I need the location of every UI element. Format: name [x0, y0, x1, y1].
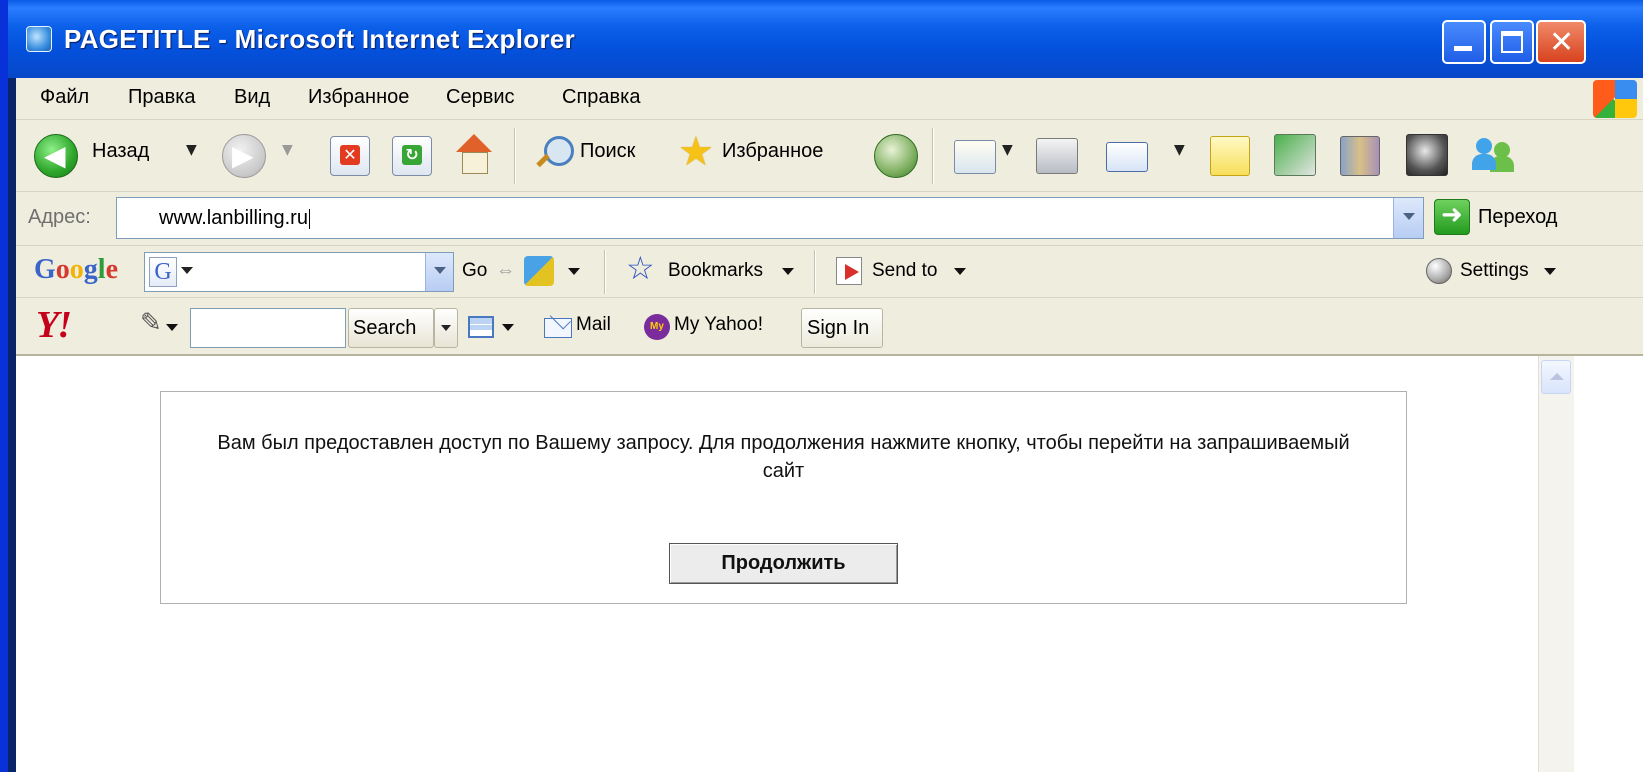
yahoo-logo[interactable]: Y! — [36, 306, 72, 344]
stop-button[interactable]: ✕ — [330, 136, 370, 176]
back-dropdown-icon[interactable]: ▼ — [186, 142, 197, 158]
mail-icon[interactable] — [954, 140, 996, 174]
address-dropdown-icon[interactable] — [1393, 198, 1423, 238]
continue-button[interactable]: Продолжить — [669, 543, 898, 584]
text-caret — [308, 208, 310, 229]
address-value[interactable]: www.lanbilling.ru — [159, 207, 310, 230]
ie-app-icon — [26, 26, 52, 52]
resize-handle-icon[interactable]: ⇔ — [496, 260, 515, 282]
sign-in-button[interactable]: Sign In — [801, 308, 883, 348]
settings-icon[interactable] — [1426, 258, 1452, 284]
google-toolbar: Google G Go ⇔ ☆ Bookmarks Send to Settin… — [16, 246, 1643, 298]
refresh-icon: ↻ — [402, 145, 422, 165]
toolbar-separator — [604, 250, 606, 294]
browser-window: PAGETITLE - Microsoft Internet Explorer … — [0, 0, 1643, 772]
send-to-button[interactable]: Send to — [872, 260, 938, 282]
favorites-label[interactable]: Избранное — [722, 140, 823, 163]
history-icon[interactable] — [874, 134, 918, 178]
pencil-dropdown-icon[interactable] — [166, 324, 178, 331]
menu-favorites[interactable]: Избранное — [308, 86, 409, 109]
google-logo[interactable]: Google — [34, 254, 118, 286]
forward-arrow-icon: ▶ — [232, 139, 254, 172]
refresh-button[interactable]: ↻ — [392, 136, 432, 176]
google-g-dropdown-icon[interactable] — [181, 267, 193, 274]
bookmark-star-icon[interactable]: ☆ — [626, 252, 655, 284]
go-arrow-icon[interactable] — [1434, 199, 1470, 235]
layout-dropdown-icon[interactable] — [502, 324, 514, 331]
my-yahoo-icon[interactable]: My — [644, 314, 670, 340]
puzzle-dropdown-icon[interactable] — [568, 268, 580, 275]
pencil-icon[interactable]: ✎ — [140, 310, 162, 336]
my-yahoo-link[interactable]: My Yahoo! — [674, 314, 763, 336]
back-arrow-icon: ◀ — [44, 139, 66, 172]
yahoo-search-button[interactable]: Search — [348, 308, 434, 348]
access-notice-box: Вам был предоставлен доступ по Вашему за… — [160, 391, 1407, 604]
yahoo-search-dropdown-icon[interactable] — [434, 308, 458, 348]
toolbar-separator — [814, 250, 816, 294]
access-message: Вам был предоставлен доступ по Вашему за… — [217, 432, 1350, 482]
settings-dropdown-icon[interactable] — [1544, 268, 1556, 275]
menu-tools[interactable]: Сервис — [446, 86, 515, 109]
yahoo-search-input[interactable] — [190, 308, 346, 348]
close-button[interactable]: ✕ — [1536, 20, 1586, 64]
forward-dropdown-icon[interactable]: ▼ — [282, 142, 293, 158]
menu-file[interactable]: Файл — [40, 86, 89, 109]
scroll-up-icon[interactable] — [1541, 360, 1571, 394]
address-label: Адрес: — [28, 206, 91, 228]
toolbar-separator — [514, 128, 516, 184]
yahoo-toolbar: Y! ✎ Search Mail My My Yahoo! Sign In — [16, 298, 1643, 356]
stop-icon: ✕ — [340, 145, 360, 165]
window-title: PAGETITLE - Microsoft Internet Explorer — [64, 24, 576, 54]
home-icon[interactable] — [452, 132, 496, 176]
windows-logo-icon — [1593, 80, 1637, 118]
google-search-input[interactable]: G — [144, 252, 454, 292]
settings-button[interactable]: Settings — [1460, 260, 1529, 282]
notes-icon[interactable] — [1210, 136, 1250, 176]
google-g-icon[interactable]: G — [149, 257, 177, 287]
title-bar[interactable]: PAGETITLE - Microsoft Internet Explorer … — [8, 0, 1643, 78]
maximize-button[interactable] — [1490, 20, 1534, 64]
send-to-dropdown-icon[interactable] — [954, 268, 966, 275]
google-go-button[interactable]: Go — [462, 260, 487, 282]
search-icon[interactable] — [534, 134, 574, 174]
search-label[interactable]: Поиск — [580, 140, 635, 163]
minimize-button[interactable] — [1442, 20, 1486, 64]
google-search-dropdown-icon[interactable] — [425, 253, 453, 291]
content-right-area — [1574, 356, 1643, 772]
go-label[interactable]: Переход — [1478, 206, 1557, 229]
yahoo-mail-link[interactable]: Mail — [576, 314, 611, 336]
mail-dropdown-icon[interactable]: ▼ — [1002, 142, 1013, 158]
back-label[interactable]: Назад — [92, 140, 149, 163]
print-icon[interactable] — [1036, 138, 1078, 174]
minimize-icon — [1454, 46, 1472, 51]
puzzle-icon[interactable] — [524, 256, 554, 286]
bookmarks-button[interactable]: Bookmarks — [668, 260, 763, 282]
favorites-star-icon[interactable]: ★ — [678, 132, 714, 172]
menu-help[interactable]: Справка — [562, 86, 640, 109]
layout-icon[interactable] — [468, 316, 494, 338]
media-icon[interactable] — [1406, 134, 1448, 176]
menu-bar: Файл Правка Вид Избранное Сервис Справка — [16, 78, 1643, 120]
send-to-icon[interactable] — [836, 257, 862, 285]
toolbar-separator — [932, 128, 934, 184]
bookmarks-dropdown-icon[interactable] — [782, 268, 794, 275]
forward-button[interactable]: ▶ — [222, 134, 266, 178]
address-bar: Адрес: www.lanbilling.ru Переход — [16, 192, 1643, 246]
close-icon: ✕ — [1549, 25, 1575, 60]
edit-icon[interactable] — [1106, 142, 1148, 172]
standard-toolbar: ◀ Назад ▼ ▶ ▼ ✕ ↻ Поиск ★ Избранное ▼ ▼ — [16, 120, 1643, 192]
books-icon[interactable] — [1340, 136, 1380, 176]
menu-view[interactable]: Вид — [234, 86, 270, 109]
address-input[interactable]: www.lanbilling.ru — [116, 197, 1424, 239]
back-button[interactable]: ◀ — [34, 134, 78, 178]
vertical-scrollbar[interactable] — [1538, 356, 1574, 772]
edit-dropdown-icon[interactable]: ▼ — [1174, 142, 1185, 158]
yahoo-mail-icon[interactable] — [544, 318, 572, 338]
menu-edit[interactable]: Правка — [128, 86, 196, 109]
maximize-icon — [1501, 31, 1523, 53]
address-text: www.lanbilling.ru — [159, 207, 308, 229]
icq-icon[interactable] — [1274, 134, 1316, 176]
messenger-icon[interactable] — [1472, 134, 1516, 174]
